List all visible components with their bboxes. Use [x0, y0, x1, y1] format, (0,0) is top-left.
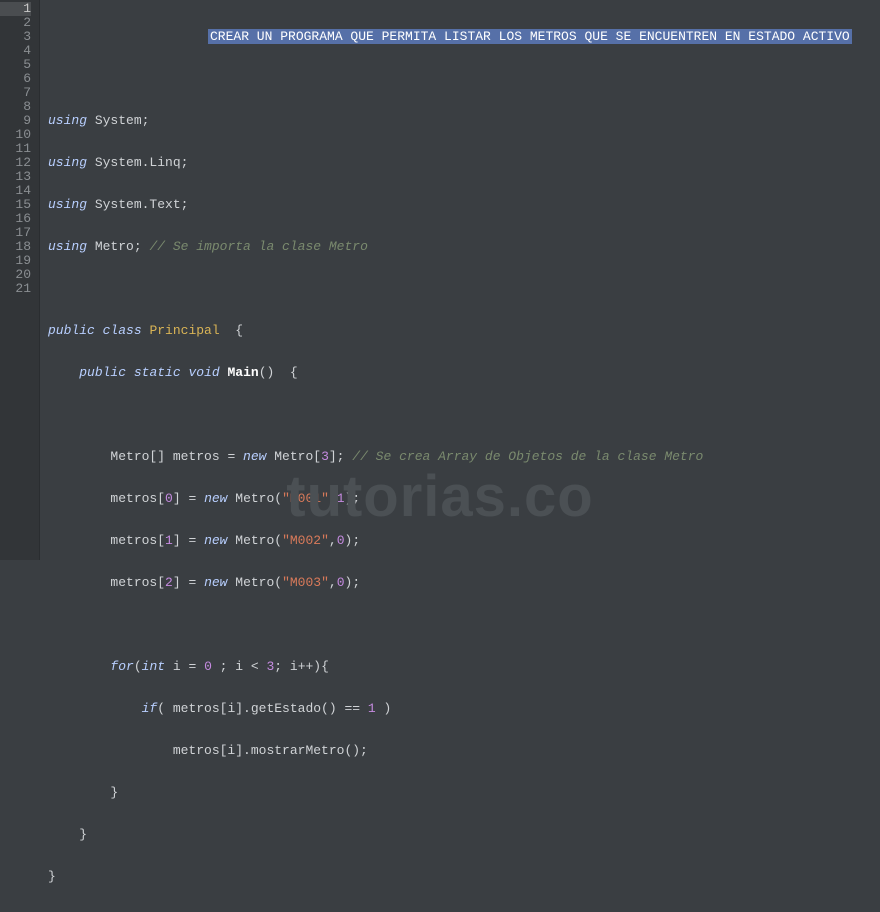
code-line: }: [48, 870, 880, 884]
line-number: 3: [0, 30, 31, 44]
selected-text[interactable]: CREAR UN PROGRAMA QUE PERMITA LISTAR LOS…: [208, 29, 852, 44]
line-number: 16: [0, 212, 31, 226]
code-line: }: [48, 828, 880, 842]
line-number: 10: [0, 128, 31, 142]
code-line: metros[1] = new Metro("M002",0);: [48, 534, 880, 548]
line-number: 2: [0, 16, 31, 30]
code-line: [48, 408, 880, 422]
code-line: metros[0] = new Metro("M001",1);: [48, 492, 880, 506]
line-number: 9: [0, 114, 31, 128]
code-line: [48, 72, 880, 86]
line-number: 7: [0, 86, 31, 100]
code-editor[interactable]: 123456789101112131415161718192021 CREAR …: [0, 0, 880, 560]
line-number: 1: [0, 2, 31, 16]
line-number: 17: [0, 226, 31, 240]
line-number: 6: [0, 72, 31, 86]
line-number: 13: [0, 170, 31, 184]
code-line: }: [48, 786, 880, 800]
line-number: 4: [0, 44, 31, 58]
code-line: [48, 618, 880, 632]
code-line: CREAR UN PROGRAMA QUE PERMITA LISTAR LOS…: [48, 30, 880, 44]
line-number-gutter: 123456789101112131415161718192021: [0, 0, 40, 560]
line-number: 11: [0, 142, 31, 156]
line-number: 12: [0, 156, 31, 170]
line-number: 19: [0, 254, 31, 268]
code-line: using System.Linq;: [48, 156, 880, 170]
code-line: Metro[] metros = new Metro[3]; // Se cre…: [48, 450, 880, 464]
line-number: 21: [0, 282, 31, 296]
code-line: metros[i].mostrarMetro();: [48, 744, 880, 758]
code-line: public static void Main() {: [48, 366, 880, 380]
code-line: using System.Text;: [48, 198, 880, 212]
code-line: if( metros[i].getEstado() == 1 ): [48, 702, 880, 716]
code-area[interactable]: CREAR UN PROGRAMA QUE PERMITA LISTAR LOS…: [40, 0, 880, 560]
line-number: 15: [0, 198, 31, 212]
code-line: using System;: [48, 114, 880, 128]
code-line: [48, 282, 880, 296]
code-line: metros[2] = new Metro("M003",0);: [48, 576, 880, 590]
line-number: 14: [0, 184, 31, 198]
line-number: 8: [0, 100, 31, 114]
line-number: 5: [0, 58, 31, 72]
line-number: 18: [0, 240, 31, 254]
line-number: 20: [0, 268, 31, 282]
code-line: for(int i = 0 ; i < 3; i++){: [48, 660, 880, 674]
code-line: public class Principal {: [48, 324, 880, 338]
code-line: using Metro; // Se importa la clase Metr…: [48, 240, 880, 254]
